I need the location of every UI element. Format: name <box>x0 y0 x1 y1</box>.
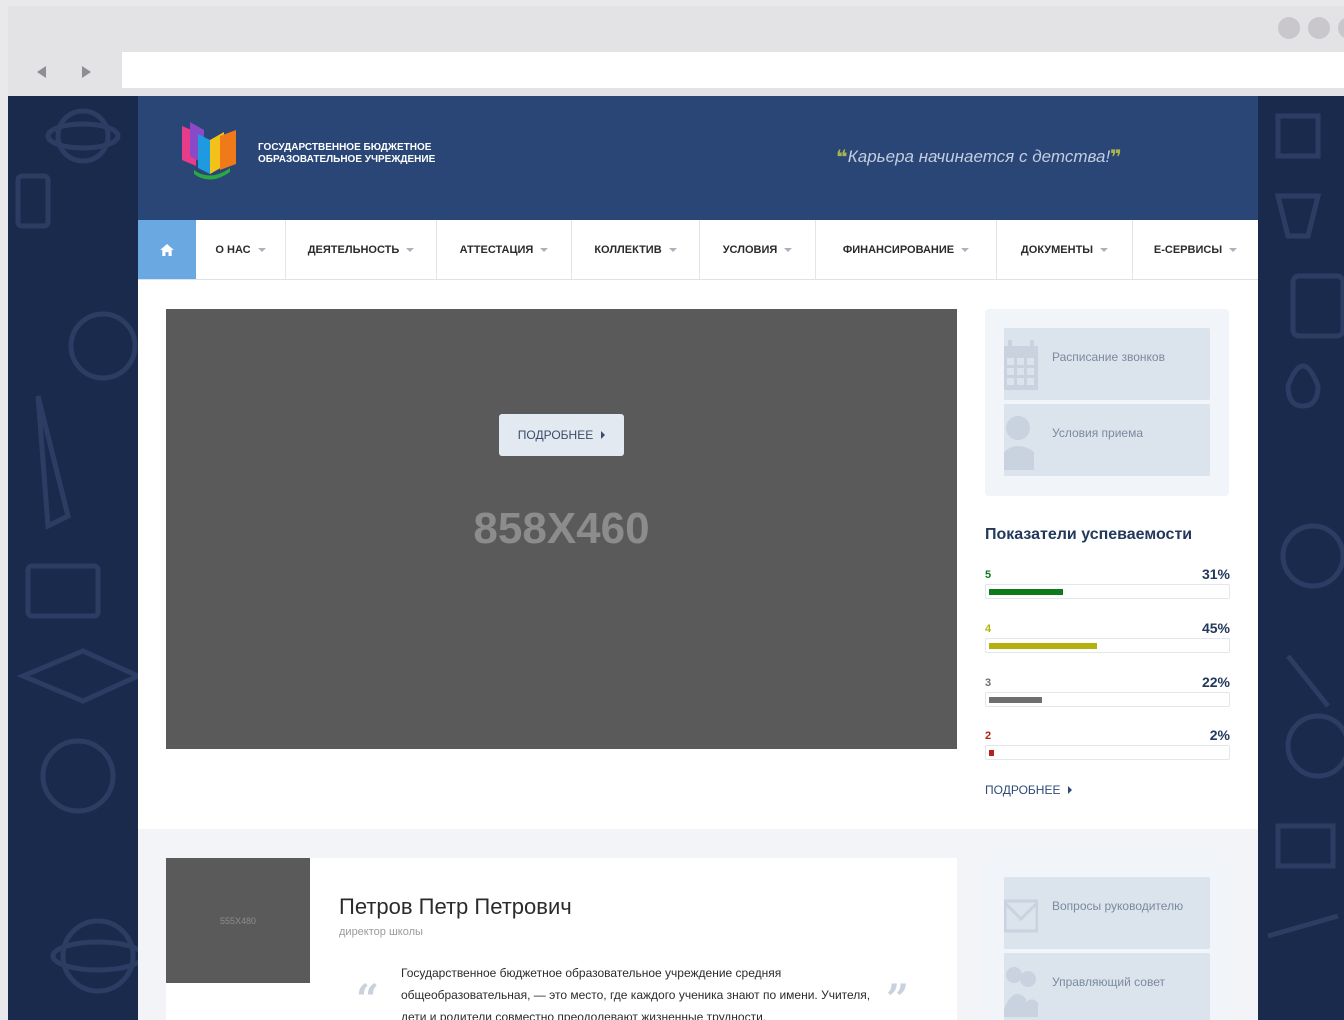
window-dot[interactable] <box>1338 17 1344 39</box>
forward-arrow-icon[interactable] <box>76 62 96 82</box>
stat-grade: 3 <box>985 677 992 689</box>
progress-track <box>985 584 1230 599</box>
director-photo: 555X480 <box>166 858 310 983</box>
quote-close-icon: ” <box>886 976 910 1020</box>
browser-titlebar <box>8 6 1344 52</box>
link-questions-to-director[interactable]: Вопросы руководителю <box>1003 877 1210 949</box>
caret-down-icon <box>257 247 266 252</box>
link-label: Вопросы руководителю <box>1052 899 1184 913</box>
page-viewport: ГОСУДАРСТВЕННОЕ БЮДЖЕТНОЕ ОБРАЗОВАТЕЛЬНО… <box>8 96 1344 1020</box>
menu-item-label: О НАС <box>215 243 251 256</box>
stat-grade: 2 <box>985 730 992 742</box>
quick-links-box: Расписание звонков Условия приема <box>985 309 1229 496</box>
main-menu: О НАС ДЕЯТЕЛЬНОСТЬ АТТЕСТАЦИЯ КОЛЛЕКТИВ … <box>138 220 1258 280</box>
caret-down-icon <box>784 247 793 252</box>
group-icon <box>1004 959 1038 1019</box>
menu-item-eservices[interactable]: Е-СЕРВИСЫ <box>1133 220 1258 279</box>
progress-track <box>985 692 1230 707</box>
menu-item-label: ФИНАНСИРОВАНИЕ <box>842 243 955 256</box>
progress-fill <box>989 697 1042 703</box>
link-bell-schedule[interactable]: Расписание звонков <box>1004 328 1210 400</box>
progress-fill <box>989 750 994 756</box>
caret-down-icon <box>1229 247 1238 252</box>
menu-item-label: КОЛЛЕКТИВ <box>594 243 662 256</box>
browser-window: ГОСУДАРСТВЕННОЕ БЮДЖЕТНОЕ ОБРАЗОВАТЕЛЬНО… <box>8 6 1344 1020</box>
menu-item-finance[interactable]: ФИНАНСИРОВАНИЕ <box>816 220 997 279</box>
book-logo-icon[interactable] <box>180 120 242 180</box>
site-motto: ❝Карьера начинается с детства!❞ <box>836 145 1122 170</box>
stats-title: Показатели успеваемости <box>985 526 1193 543</box>
link-governing-council[interactable]: Управляющий совет <box>1004 953 1210 1020</box>
stats-more-link[interactable]: ПОДРОБНЕЕ <box>985 783 1073 797</box>
menu-item-documents[interactable]: ДОКУМЕНТЫ <box>997 220 1133 279</box>
arrow-right-icon <box>601 431 606 439</box>
caret-down-icon <box>668 247 677 252</box>
director-role: директор школы <box>339 926 423 938</box>
stat-grade: 5 <box>985 569 992 581</box>
window-controls <box>1278 17 1344 39</box>
menu-item-about[interactable]: О НАС <box>196 220 286 279</box>
menu-item-staff[interactable]: КОЛЛЕКТИВ <box>572 220 700 279</box>
menu-item-activity[interactable]: ДЕЯТЕЛЬНОСТЬ <box>286 220 437 279</box>
caret-down-icon <box>961 247 970 252</box>
arrow-right-icon <box>1068 786 1073 794</box>
site-header: ГОСУДАРСТВЕННОЕ БЮДЖЕТНОЕ ОБРАЗОВАТЕЛЬНО… <box>138 96 1258 220</box>
quote-close-mark: ❞ <box>1110 147 1122 169</box>
organization-name-line: ГОСУДАРСТВЕННОЕ БЮДЖЕТНОЕ <box>258 142 432 153</box>
caret-down-icon <box>406 247 415 252</box>
progress-track <box>985 745 1230 760</box>
stat-percent: 31% <box>1201 566 1230 582</box>
window-dot[interactable] <box>1278 17 1300 39</box>
link-admission-conditions[interactable]: Условия приема <box>1004 404 1210 476</box>
home-icon[interactable] <box>138 220 196 279</box>
link-label: Условия приема <box>1052 426 1144 440</box>
slider-more-button[interactable]: ПОДРОБНЕЕ <box>499 414 624 456</box>
background-pattern-right <box>1258 96 1344 1020</box>
address-bar[interactable] <box>122 52 1344 88</box>
stat-grade: 4 <box>985 623 992 635</box>
motto-text: Карьера начинается с детства! <box>847 146 1111 166</box>
site-page: ГОСУДАРСТВЕННОЕ БЮДЖЕТНОЕ ОБРАЗОВАТЕЛЬНО… <box>138 96 1258 1020</box>
caret-down-icon <box>1100 247 1109 252</box>
menu-item-label: ДОКУМЕНТЫ <box>1020 243 1094 256</box>
window-dot[interactable] <box>1308 17 1330 39</box>
hero-slider[interactable]: ПОДРОБНЕЕ 858X460 <box>166 309 957 749</box>
slider-more-label: ПОДРОБНЕЕ <box>517 428 594 442</box>
organization-name: ГОСУДАРСТВЕННОЕ БЮДЖЕТНОЕ ОБРАЗОВАТЕЛЬНО… <box>258 142 478 166</box>
person-icon <box>1004 410 1038 470</box>
menu-item-label: АТТЕСТАЦИЯ <box>459 243 534 256</box>
menu-item-label: ДЕЯТЕЛЬНОСТЬ <box>307 243 400 256</box>
director-quote: Государственное бюджетное образовательно… <box>401 966 871 1020</box>
stat-percent: 45% <box>1201 620 1230 636</box>
background-pattern-left <box>8 96 146 1020</box>
organization-name-line: ОБРАЗОВАТЕЛЬНОЕ УЧРЕЖДЕНИЕ <box>258 154 436 165</box>
link-label: Расписание звонков <box>1052 350 1165 364</box>
slider-placeholder-text: 858X460 <box>473 504 650 553</box>
link-label: Управляющий совет <box>1052 975 1165 989</box>
back-arrow-icon[interactable] <box>32 62 52 82</box>
menu-item-attestation[interactable]: АТТЕСТАЦИЯ <box>437 220 572 279</box>
progress-fill <box>989 643 1097 649</box>
stat-percent: 2% <box>1209 727 1230 743</box>
bottom-links-box: Вопросы руководителю Управляющий совет <box>985 858 1229 1020</box>
progress-track <box>985 638 1230 653</box>
stats-more-label: ПОДРОБНЕЕ <box>985 783 1061 797</box>
caret-down-icon <box>540 247 549 252</box>
menu-item-label: УСЛОВИЯ <box>722 243 778 256</box>
stat-percent: 22% <box>1201 674 1230 690</box>
menu-item-conditions[interactable]: УСЛОВИЯ <box>700 220 816 279</box>
quote-open-mark: ❝ <box>836 147 848 169</box>
progress-fill <box>989 589 1063 595</box>
photo-placeholder-text: 555X480 <box>219 915 257 926</box>
envelope-icon <box>1003 883 1039 943</box>
director-card: 555X480 Петров Петр Петрович директор шк… <box>166 858 957 1020</box>
menu-item-label: Е-СЕРВИСЫ <box>1153 243 1223 256</box>
browser-toolbar <box>8 52 1344 96</box>
quote-open-icon: “ <box>356 976 380 1020</box>
director-name: Петров Петр Петрович <box>339 894 572 919</box>
calendar-icon <box>1004 334 1038 394</box>
